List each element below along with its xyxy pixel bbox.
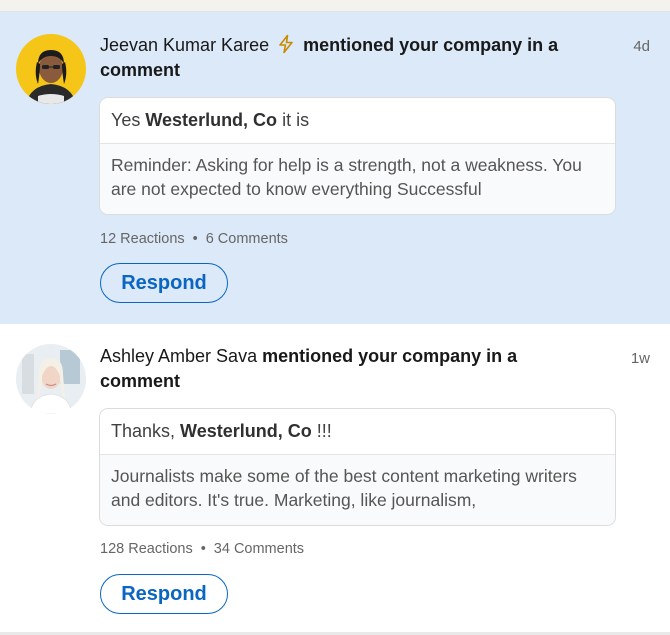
lightning-bolt-icon [279,34,293,54]
comment-preview[interactable]: Yes Westerlund, Co it is Reminder: Askin… [99,97,616,215]
comment-reply: Thanks, Westerlund, Co !!! [100,409,615,455]
reactions-count[interactable]: 128 Reactions [100,541,193,557]
company-mention[interactable]: Westerlund, Co [180,421,312,441]
engagement-stats: 128 Reactions • 34 Comments [100,541,304,557]
notification-card[interactable]: Jeevan Kumar Karee mentioned your compan… [0,12,670,324]
comments-count[interactable]: 6 Comments [206,231,288,247]
timestamp: 4d [633,38,650,55]
comment-reply: Yes Westerlund, Co it is [100,98,615,144]
top-border [0,0,670,12]
separator-dot: • [200,541,206,557]
actor-name[interactable]: Jeevan Kumar Karee [100,35,269,55]
avatar[interactable] [16,34,86,104]
engagement-stats: 12 Reactions • 6 Comments [100,231,288,247]
post-excerpt: Journalists make some of the best conten… [100,455,615,525]
timestamp: 1w [630,350,650,367]
respond-button[interactable]: Respond [100,263,228,303]
comment-preview[interactable]: Thanks, Westerlund, Co !!! Journalists m… [99,408,616,526]
notification-headline[interactable]: Ashley Amber Sava mentioned your company… [100,344,580,394]
reply-suffix: it is [277,110,310,130]
reactions-count[interactable]: 12 Reactions [100,231,185,247]
reply-suffix: !!! [311,421,332,441]
reply-prefix: Yes [111,110,146,130]
actor-name[interactable]: Ashley Amber Sava [100,346,257,366]
notification-headline[interactable]: Jeevan Kumar Karee mentioned your compan… [100,33,580,83]
reply-prefix: Thanks, [111,421,181,441]
avatar[interactable] [16,344,86,414]
post-excerpt: Reminder: Asking for help is a strength,… [100,144,615,214]
company-mention[interactable]: Westerlund, Co [145,110,277,130]
notification-card[interactable]: Ashley Amber Sava mentioned your company… [0,324,670,632]
respond-button[interactable]: Respond [100,574,228,614]
comments-count[interactable]: 34 Comments [214,541,304,557]
separator-dot: • [192,231,198,247]
